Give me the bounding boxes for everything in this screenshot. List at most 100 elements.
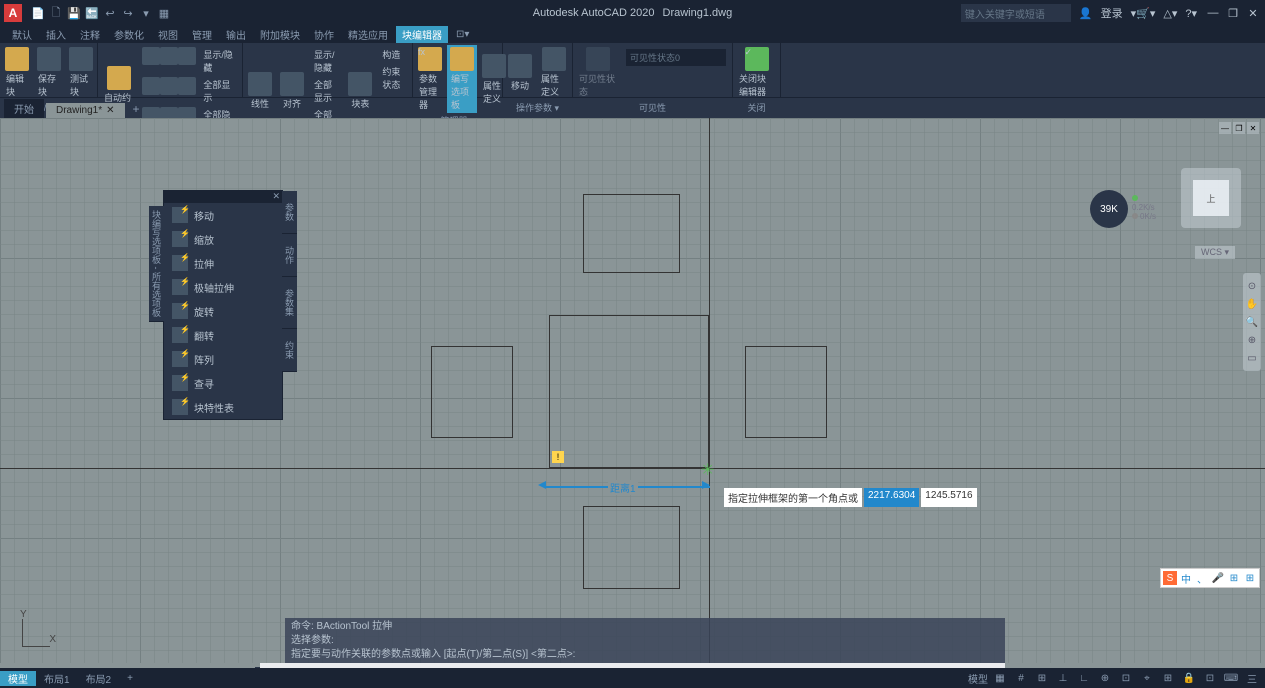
qat-drop-icon[interactable]: ▾ [138,5,154,21]
status-icon[interactable]: ⊡ [1117,670,1135,686]
constraint-status-button[interactable]: 约束状态 [379,64,408,92]
status-icon[interactable]: 🔒 [1180,670,1198,686]
constraint-icon[interactable] [160,47,178,65]
menu-featured[interactable]: 精选应用 [342,26,394,43]
status-icon[interactable]: ⌖ [1138,670,1156,686]
shape-rect[interactable] [583,194,680,273]
dimension-label[interactable]: 距离1 [608,480,638,495]
nav-showmotion-icon[interactable]: ▭ [1243,349,1261,367]
tab-drawing1[interactable]: Drawing1*✕ [46,103,125,118]
move-button[interactable]: 移动 [505,45,535,100]
panel-actionparam-label[interactable]: 操作参数 ▾ [505,100,570,114]
doc-close-button[interactable]: ✕ [1247,122,1259,134]
show-all-button[interactable]: 全部显示 [200,77,238,105]
qat-save-icon[interactable]: 💾 [66,5,82,21]
command-history[interactable]: 命令: BActionTool 拉伸 选择参数: 指定要与动作关联的参数点或输入… [285,618,1005,663]
close-blockeditor-button[interactable]: ✓关闭块编辑器 [735,45,778,100]
performance-gauge[interactable]: 39K 0.2K/s 0K/s [1090,190,1160,230]
status-add-tab[interactable]: + [119,673,141,684]
constraint-icon[interactable] [178,77,196,95]
construct-button[interactable]: 构造 [379,47,408,62]
input-x-field[interactable]: 2217.6304 [864,488,919,507]
palette-tab-paramsets[interactable]: 参数集 [282,277,297,329]
menu-default[interactable]: 默认 [6,26,38,43]
save-block-button[interactable]: 保存块 [34,45,64,100]
nav-zoom-icon[interactable]: 🔍 [1243,313,1261,331]
status-icon[interactable]: ⊕ [1096,670,1114,686]
ucs-icon[interactable]: Y X [12,609,56,653]
nav-wheel-icon[interactable]: ⊙ [1243,277,1261,295]
drawing-canvas[interactable]: 距离1 ! 指定拉伸框架的第一个角点或 2217.6304 1245.5716 … [0,118,1265,663]
ime-btn[interactable]: S [1163,571,1177,585]
status-icon[interactable]: ⌨ [1222,670,1240,686]
status-icon[interactable]: ⊡ [1201,670,1219,686]
ime-btn[interactable]: ⊞ [1227,571,1241,585]
help-icon[interactable]: ?▾ [1185,7,1197,20]
show-hide-button[interactable]: 显示/隐藏 [311,47,341,75]
test-block-button[interactable]: 测试块 [66,45,96,100]
shape-rect[interactable] [431,346,513,438]
status-icon[interactable]: ⊥ [1054,670,1072,686]
palette-array[interactable]: 阵列 [164,347,282,371]
cart-icon[interactable]: ▾🛒▾ [1131,7,1156,20]
app-logo[interactable]: A [4,4,22,22]
palette-close-icon[interactable]: ✕ [272,191,280,203]
ime-btn[interactable]: 中 [1179,571,1193,585]
status-layout1-tab[interactable]: 布局1 [36,671,78,686]
menu-annotate[interactable]: 注释 [74,26,106,43]
status-menu-icon[interactable]: 三 [1243,670,1261,686]
visibility-dropdown[interactable]: 可见性状态0 [626,49,726,66]
ime-btn[interactable]: 🎤 [1211,571,1225,585]
status-icon[interactable]: ⊞ [1033,670,1051,686]
menu-manage[interactable]: 管理 [186,26,218,43]
status-icon[interactable]: ▦ [991,670,1009,686]
tab-close-icon[interactable]: ✕ [106,105,114,116]
menu-output[interactable]: 输出 [220,26,252,43]
nav-orbit-icon[interactable]: ⊕ [1243,331,1261,349]
ime-btn[interactable]: 、 [1195,571,1209,585]
menu-blockeditor[interactable]: 块编辑器 [396,26,448,43]
doc-maximize-button[interactable]: ❐ [1233,122,1245,134]
show-all-button[interactable]: 全部显示 [311,77,341,105]
nav-pan-icon[interactable]: ✋ [1243,295,1261,313]
authoring-palette-button[interactable]: 编写选项板 [447,45,477,113]
palette-tab-actions[interactable]: 动作 [282,234,297,277]
qat-new-icon[interactable]: 📄 [30,5,46,21]
param-manager-button[interactable]: fx参数管理器 [415,45,445,113]
qat-redo-icon[interactable]: ↪ [120,5,136,21]
palette-stretch[interactable]: 拉伸 [164,251,282,275]
status-icon[interactable]: # [1012,670,1030,686]
input-y-field[interactable]: 1245.5716 [921,488,976,507]
maximize-button[interactable]: ❐ [1225,5,1241,21]
shape-rect[interactable] [745,346,827,438]
status-layout2-tab[interactable]: 布局2 [78,671,120,686]
ime-btn[interactable]: ⊞ [1243,571,1257,585]
constraint-icon[interactable] [178,47,196,65]
user-icon[interactable]: 👤 [1079,7,1093,20]
palette-rotate[interactable]: 旋转 [164,299,282,323]
cloud-icon[interactable]: △▾ [1163,7,1177,20]
viewcube[interactable]: 上 [1181,168,1241,228]
shape-rect[interactable] [583,506,680,589]
palette-flip[interactable]: 翻转 [164,323,282,347]
status-icon[interactable]: ∟ [1075,670,1093,686]
tab-new-button[interactable]: + [127,100,146,118]
status-model-tab[interactable]: 模型 [0,671,36,686]
tab-start[interactable]: 开始 [4,99,44,118]
palette-scale[interactable]: 缩放 [164,227,282,251]
palette-polarstretch[interactable]: 极轴拉伸 [164,275,282,299]
login-button[interactable]: 登录 [1101,5,1123,21]
menu-parametric[interactable]: 参数化 [108,26,150,43]
palette-move[interactable]: 移动 [164,203,282,227]
edit-block-button[interactable]: 编辑块 [2,45,32,100]
status-model-label[interactable]: 模型 [968,671,988,686]
palette-lookup[interactable]: 查寻 [164,371,282,395]
qat-grid-icon[interactable]: ▦ [156,5,172,21]
menu-expand-icon[interactable]: ⊡▾ [450,26,475,43]
constraint-icon[interactable] [142,77,160,95]
minimize-button[interactable]: — [1205,5,1221,21]
qat-undo-icon[interactable]: ↩ [102,5,118,21]
viewcube-face[interactable]: 上 [1193,180,1229,216]
warning-icon[interactable]: ! [552,451,564,463]
visibility-state-button[interactable]: 可见性状态 [575,45,620,100]
